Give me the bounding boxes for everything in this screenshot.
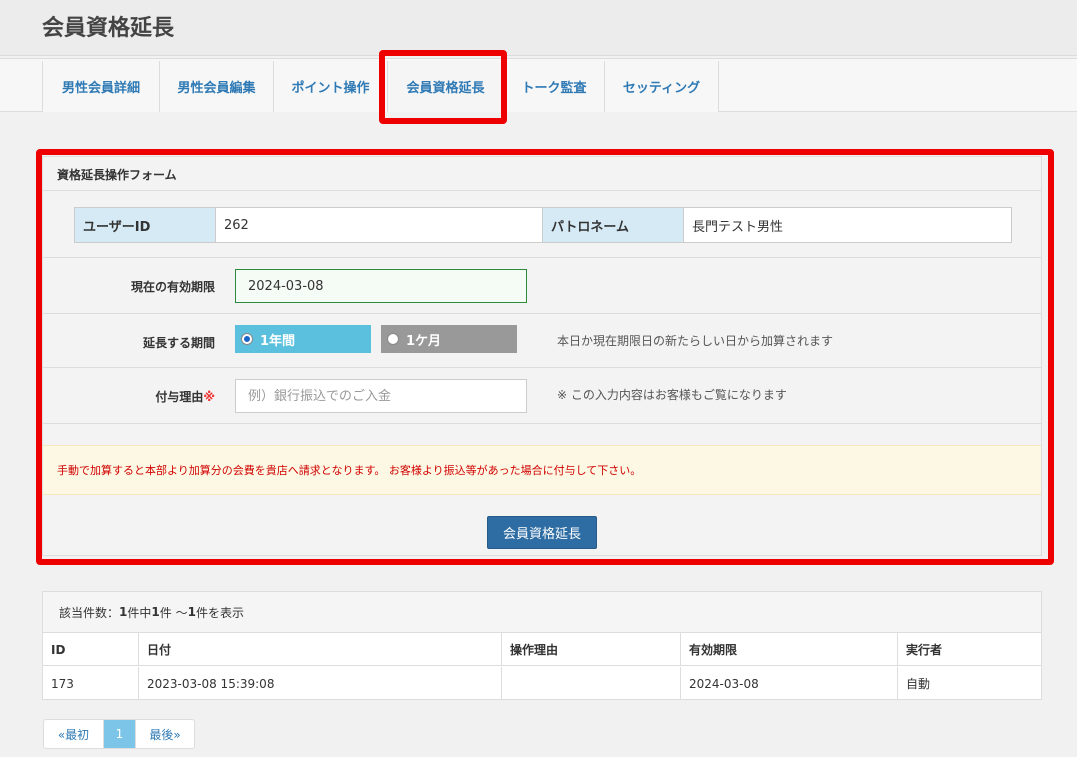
warning-notice: 手動で加算すると本部より加算分の会費を貴店へ請求となります。 お客様より振込等が… xyxy=(43,445,1041,495)
patron-name-value: 長門テスト男性 xyxy=(684,208,1011,242)
radio-one-year-label: 1年間 xyxy=(260,333,296,349)
extend-membership-button[interactable]: 会員資格延長 xyxy=(487,516,597,549)
row-divider xyxy=(43,313,1041,314)
count-mid: 件中 xyxy=(127,605,152,620)
page-current[interactable]: 1 xyxy=(104,720,136,748)
cell-expiry: 2024-03-08 xyxy=(681,667,898,700)
tab-talk-audit[interactable]: トーク監査 xyxy=(503,61,604,112)
reason-hint: ※ この入力内容はお客様もご覧になります xyxy=(557,388,787,402)
tab-point-operation[interactable]: ポイント操作 xyxy=(273,61,387,112)
tab-male-member-detail[interactable]: 男性会員詳細 xyxy=(42,61,159,112)
tab-bar: 男性会員詳細 男性会員編集 ポイント操作 会員資格延長 トーク監査 セッティング xyxy=(0,58,1077,112)
table-header-row: ID 日付 操作理由 有効期限 実行者 xyxy=(43,633,1041,666)
extension-form-panel: 資格延長操作フォーム ユーザーID 262 パトロネーム 長門テスト男性 現在の… xyxy=(42,156,1042,556)
reason-label: 付与理由※ xyxy=(83,388,215,405)
page-title: 会員資格延長 xyxy=(42,16,175,41)
radio-unchecked-icon xyxy=(387,333,399,345)
page-header: 会員資格延長 xyxy=(0,0,1077,56)
count-to: 1 xyxy=(187,605,196,619)
tab-membership-extension[interactable]: 会員資格延長 xyxy=(387,61,503,112)
col-header-executor: 実行者 xyxy=(906,643,943,657)
cell-id: 173 xyxy=(43,667,139,700)
extend-hint: 本日か現在期限日の新たらしい日から加算されます xyxy=(557,334,834,348)
row-divider xyxy=(43,257,1041,258)
reason-input[interactable] xyxy=(235,379,527,413)
radio-checked-icon xyxy=(241,333,253,345)
row-divider xyxy=(43,367,1041,368)
results-count: 該当件数： 1 件中 1件 ～ 1 件を表示 xyxy=(43,592,1041,633)
panel-header: 資格延長操作フォーム xyxy=(43,157,1041,191)
pagination: «最初 1 最後» xyxy=(43,719,195,749)
radio-one-month[interactable]: 1ケ月 xyxy=(381,325,517,353)
user-id-label: ユーザーID xyxy=(75,208,216,242)
radio-one-year[interactable]: 1年間 xyxy=(235,325,371,353)
row-divider xyxy=(43,423,1041,424)
patron-name-label: パトロネーム xyxy=(543,208,684,242)
reason-label-text: 付与理由 xyxy=(155,390,204,404)
table-row: 173 2023-03-08 15:39:08 2024-03-08 自動 xyxy=(43,667,1041,700)
required-mark: ※ xyxy=(203,390,215,404)
tab-male-member-edit[interactable]: 男性会員編集 xyxy=(159,61,273,112)
page-first-link[interactable]: «最初 xyxy=(44,720,104,748)
col-header-reason: 操作理由 xyxy=(502,633,681,666)
current-expiry-label: 現在の有効期限 xyxy=(130,280,215,294)
results-panel: 該当件数： 1 件中 1件 ～ 1 件を表示 ID 日付 操作理由 有効期限 実行者 … xyxy=(42,591,1042,700)
count-suffix: 件を表示 xyxy=(195,605,244,620)
radio-one-month-label: 1ケ月 xyxy=(406,333,442,349)
current-expiry-field[interactable] xyxy=(235,269,527,303)
user-id-value: 262 xyxy=(216,208,543,242)
cell-reason xyxy=(502,667,681,700)
count-from: 1 xyxy=(151,605,160,619)
cell-date: 2023-03-08 15:39:08 xyxy=(139,667,502,700)
tab-settings[interactable]: セッティング xyxy=(604,61,719,112)
page-last-link[interactable]: 最後» xyxy=(136,720,194,748)
count-prefix: 該当件数： xyxy=(59,605,120,620)
extend-period-label: 延長する期間 xyxy=(142,336,215,350)
col-header-date: 日付 xyxy=(139,633,502,666)
user-info-table: ユーザーID 262 パトロネーム 長門テスト男性 xyxy=(74,207,1012,243)
col-header-expiry: 有効期限 xyxy=(681,633,898,666)
count-total: 1 xyxy=(119,605,128,619)
count-mid: 件 ～ xyxy=(159,605,188,620)
cell-executor: 自動 xyxy=(906,677,931,691)
col-header-id: ID xyxy=(43,633,139,666)
form-title: 資格延長操作フォーム xyxy=(57,168,177,182)
